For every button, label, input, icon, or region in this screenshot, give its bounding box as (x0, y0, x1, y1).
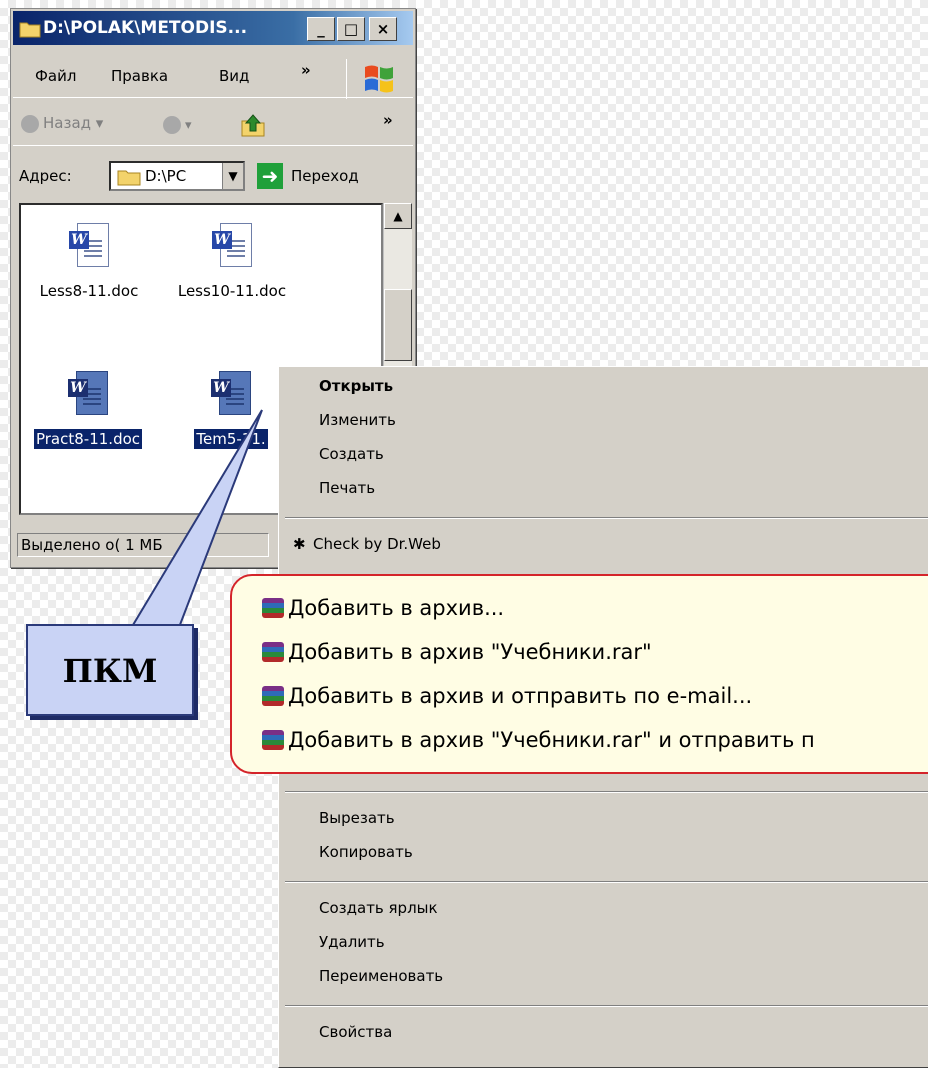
file-item-selected[interactable]: W Pract8-11.doc (23, 371, 153, 449)
menu-separator (285, 881, 928, 883)
archive-items-highlight: Добавить в архив... Добавить в архив "Уч… (230, 574, 928, 774)
word-document-icon: W (211, 371, 251, 417)
menu-item-create-shortcut[interactable]: Создать ярлык (319, 899, 438, 917)
callout-box: ПКМ (26, 624, 194, 716)
back-arrow-icon (21, 114, 39, 133)
up-folder-icon[interactable] (239, 111, 267, 139)
address-bar: Адрес: D:\PC ▼ ➜ Переход (13, 155, 413, 199)
file-item-selected[interactable]: W Tem5-11. (171, 371, 291, 449)
menu-separator (285, 517, 928, 519)
menu-item-properties[interactable]: Свойства (319, 1023, 392, 1041)
back-label: Назад (43, 114, 92, 132)
minimize-button[interactable]: _ (307, 17, 335, 41)
archive-item-label: Добавить в архив "Учебники.rar" (288, 640, 652, 664)
menu-item-cut[interactable]: Вырезать (319, 809, 395, 827)
word-document-icon: W (68, 371, 108, 417)
file-item[interactable]: W Less8-11.doc (29, 223, 149, 301)
winrar-icon (262, 642, 284, 662)
winrar-icon (262, 598, 284, 618)
menu-more-chevron[interactable]: » (301, 61, 311, 79)
toolbar: Назад ▾ ▾ » (13, 105, 413, 146)
menu-item-named-archive-and-email[interactable]: Добавить в архив "Учебники.rar" и отправ… (262, 728, 815, 752)
menu-bar: Файл Правка Вид » (13, 57, 413, 99)
file-name: Pract8-11.doc (33, 429, 143, 449)
go-arrow-icon[interactable]: ➜ (257, 163, 283, 189)
word-document-icon: W (69, 223, 109, 269)
windows-logo-icon (346, 59, 409, 99)
winrar-icon (262, 686, 284, 706)
address-label: Адрес: (19, 167, 72, 185)
scroll-thumb[interactable] (384, 289, 412, 361)
menu-view[interactable]: Вид (219, 67, 249, 85)
menu-item-drweb[interactable]: Check by Dr.Web (313, 535, 441, 553)
menu-item-add-to-archive[interactable]: Добавить в архив... (262, 596, 504, 620)
file-name: Less10-11.doc (177, 282, 287, 300)
menu-file[interactable]: Файл (35, 67, 76, 85)
menu-item-add-to-named-archive[interactable]: Добавить в архив "Учебники.rar" (262, 640, 652, 664)
menu-separator (285, 1005, 928, 1007)
address-value: D:\PC (145, 167, 187, 185)
menu-separator (285, 791, 928, 793)
word-document-icon: W (212, 223, 252, 269)
window-title: D:\POLAK\METODIS... (43, 18, 248, 38)
menu-item-print[interactable]: Печать (319, 479, 375, 497)
archive-item-label: Добавить в архив и отправить по e-mail..… (288, 684, 753, 708)
menu-item-edit[interactable]: Изменить (319, 411, 396, 429)
menu-item-archive-and-email[interactable]: Добавить в архив и отправить по e-mail..… (262, 684, 752, 708)
menu-item-copy[interactable]: Копировать (319, 843, 413, 861)
toolbar-more-chevron[interactable]: » (383, 111, 393, 129)
file-name: Tem5-11. (194, 429, 268, 449)
folder-icon (19, 22, 41, 38)
address-dropdown-button[interactable]: ▼ (222, 163, 243, 189)
menu-item-delete[interactable]: Удалить (319, 933, 385, 951)
archive-item-label: Добавить в архив... (288, 596, 505, 620)
menu-edit[interactable]: Правка (111, 67, 168, 85)
menu-item-create[interactable]: Создать (319, 445, 384, 463)
file-item[interactable]: W Less10-11.doc (167, 223, 297, 301)
forward-button[interactable]: ▾ (163, 114, 192, 134)
go-button[interactable]: Переход (291, 167, 359, 185)
address-input[interactable]: D:\PC ▼ (109, 161, 245, 191)
close-button[interactable]: × (369, 17, 397, 41)
file-name: Less8-11.doc (39, 282, 139, 300)
callout-label: ПКМ (62, 652, 158, 690)
menu-item-open[interactable]: Открыть (319, 377, 393, 395)
folder-icon (117, 170, 141, 186)
title-bar[interactable]: D:\POLAK\METODIS... _ □ × (13, 11, 413, 45)
menu-item-rename[interactable]: Переименовать (319, 967, 443, 985)
scroll-up-arrow-icon[interactable]: ▲ (384, 203, 412, 229)
winrar-icon (262, 730, 284, 750)
vertical-scrollbar[interactable]: ▲ (383, 203, 412, 367)
maximize-button[interactable]: □ (337, 17, 365, 41)
drweb-spider-icon: ✱ (293, 535, 306, 553)
archive-item-label: Добавить в архив "Учебники.rar" и отправ… (288, 728, 815, 752)
forward-arrow-icon (163, 115, 181, 134)
back-button[interactable]: Назад ▾ (21, 114, 103, 133)
status-text: Выделено о( 1 МБ (17, 533, 269, 557)
